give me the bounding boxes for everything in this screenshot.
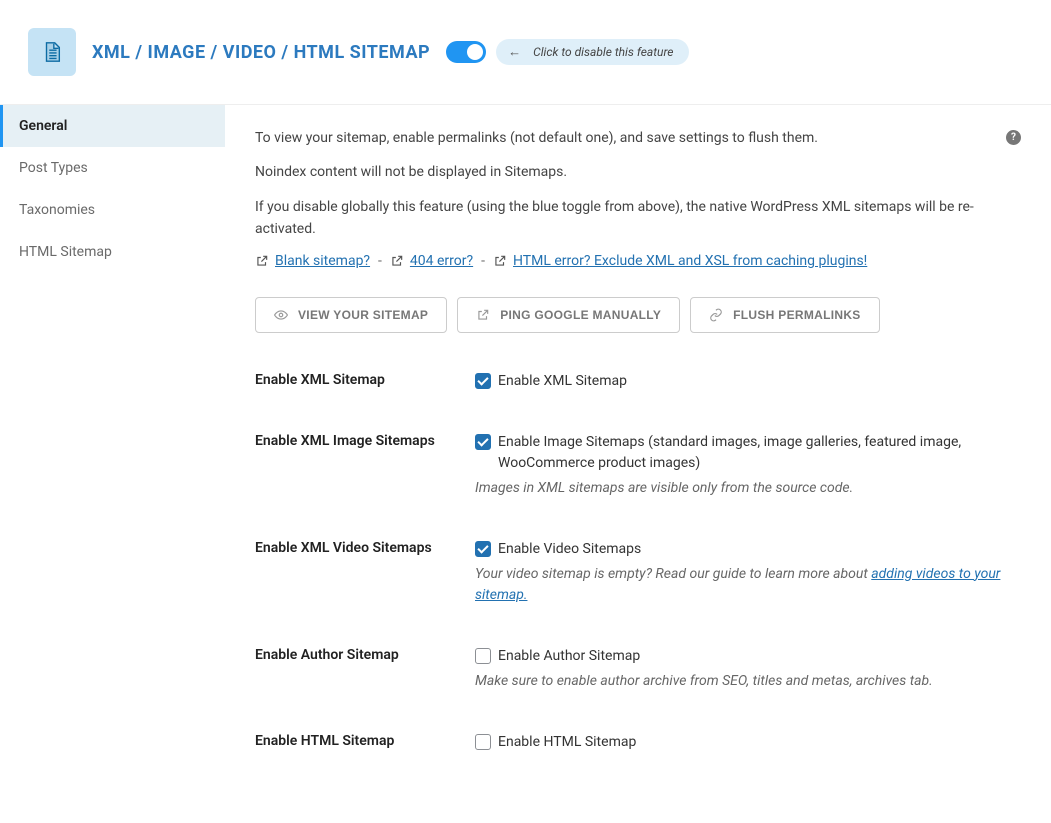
help-text-prefix: Your video sitemap is empty? Read our gu… [475, 566, 871, 582]
sidebar-item-label: General [19, 118, 67, 134]
field-title-author: Enable Author Sitemap [255, 646, 475, 692]
button-label: PING GOOGLE MANUALLY [500, 308, 661, 322]
sidebar-item-label: Taxonomies [19, 202, 95, 218]
toggle-knob [467, 44, 483, 60]
link-icon [709, 308, 723, 322]
checkbox-label: Enable HTML Sitemap [498, 732, 636, 753]
separator: - [481, 253, 485, 269]
help-links-row: Blank sitemap? - 404 error? - HTML error… [255, 253, 1021, 269]
button-label: FLUSH PERMALINKS [733, 308, 860, 322]
checkbox-label: Enable Author Sitemap [498, 646, 640, 667]
separator: - [378, 253, 382, 269]
help-text-author: Make sure to enable author archive from … [475, 671, 1021, 692]
ping-google-button[interactable]: PING GOOGLE MANUALLY [457, 297, 680, 333]
share-icon [476, 308, 490, 322]
action-buttons: VIEW YOUR SITEMAP PING GOOGLE MANUALLY F… [255, 297, 1021, 333]
checkbox-xml-sitemap[interactable] [475, 373, 491, 389]
page-title: XML / IMAGE / VIDEO / HTML SITEMAP [92, 42, 430, 63]
page-header: XML / IMAGE / VIDEO / HTML SITEMAP ← Cli… [0, 0, 1051, 105]
eye-icon [274, 308, 288, 322]
toggle-hint-text: Click to disable this feature [533, 45, 673, 59]
intro-line-3: If you disable globally this feature (us… [255, 196, 1021, 241]
view-sitemap-button[interactable]: VIEW YOUR SITEMAP [255, 297, 447, 333]
help-text-image: Images in XML sitemaps are visible only … [475, 478, 1021, 499]
checkbox-author-sitemap[interactable] [475, 648, 491, 664]
flush-permalinks-button[interactable]: FLUSH PERMALINKS [690, 297, 879, 333]
sidebar-item-general[interactable]: General [0, 105, 225, 147]
field-title-video: Enable XML Video Sitemaps [255, 539, 475, 606]
checkbox-label: Enable XML Sitemap [498, 371, 627, 392]
sidebar-item-label: HTML Sitemap [19, 244, 112, 260]
arrow-left-icon: ← [508, 44, 521, 60]
field-title-image: Enable XML Image Sitemaps [255, 432, 475, 499]
field-title-xml: Enable XML Sitemap [255, 371, 475, 392]
button-label: VIEW YOUR SITEMAP [298, 308, 428, 322]
checkbox-label: Enable Video Sitemaps [498, 539, 641, 560]
checkbox-video-sitemap[interactable] [475, 541, 491, 557]
sidebar: General Post Types Taxonomies HTML Sitem… [0, 105, 225, 823]
field-title-html: Enable HTML Sitemap [255, 732, 475, 753]
intro-line-1: To view your sitemap, enable permalinks … [255, 127, 1021, 149]
link-404-error[interactable]: 404 error? [410, 253, 473, 269]
intro-line-2: Noindex content will not be displayed in… [255, 161, 1021, 183]
checkbox-label: Enable Image Sitemaps (standard images, … [498, 432, 1021, 474]
feature-toggle[interactable] [446, 41, 486, 63]
external-link-icon [390, 254, 404, 268]
sidebar-item-taxonomies[interactable]: Taxonomies [0, 189, 225, 231]
link-html-error[interactable]: HTML error? Exclude XML and XSL from cac… [513, 253, 867, 269]
help-text-video: Your video sitemap is empty? Read our gu… [475, 564, 1021, 606]
external-link-icon [493, 254, 507, 268]
external-link-icon [255, 254, 269, 268]
toggle-hint: ← Click to disable this feature [496, 39, 689, 65]
main-content: ? To view your sitemap, enable permalink… [225, 105, 1051, 823]
help-icon[interactable]: ? [1006, 130, 1021, 145]
link-blank-sitemap[interactable]: Blank sitemap? [275, 253, 370, 269]
checkbox-image-sitemap[interactable] [475, 434, 491, 450]
sitemap-icon [28, 28, 76, 76]
sidebar-item-post-types[interactable]: Post Types [0, 147, 225, 189]
sidebar-item-html-sitemap[interactable]: HTML Sitemap [0, 231, 225, 273]
sidebar-item-label: Post Types [19, 160, 88, 176]
